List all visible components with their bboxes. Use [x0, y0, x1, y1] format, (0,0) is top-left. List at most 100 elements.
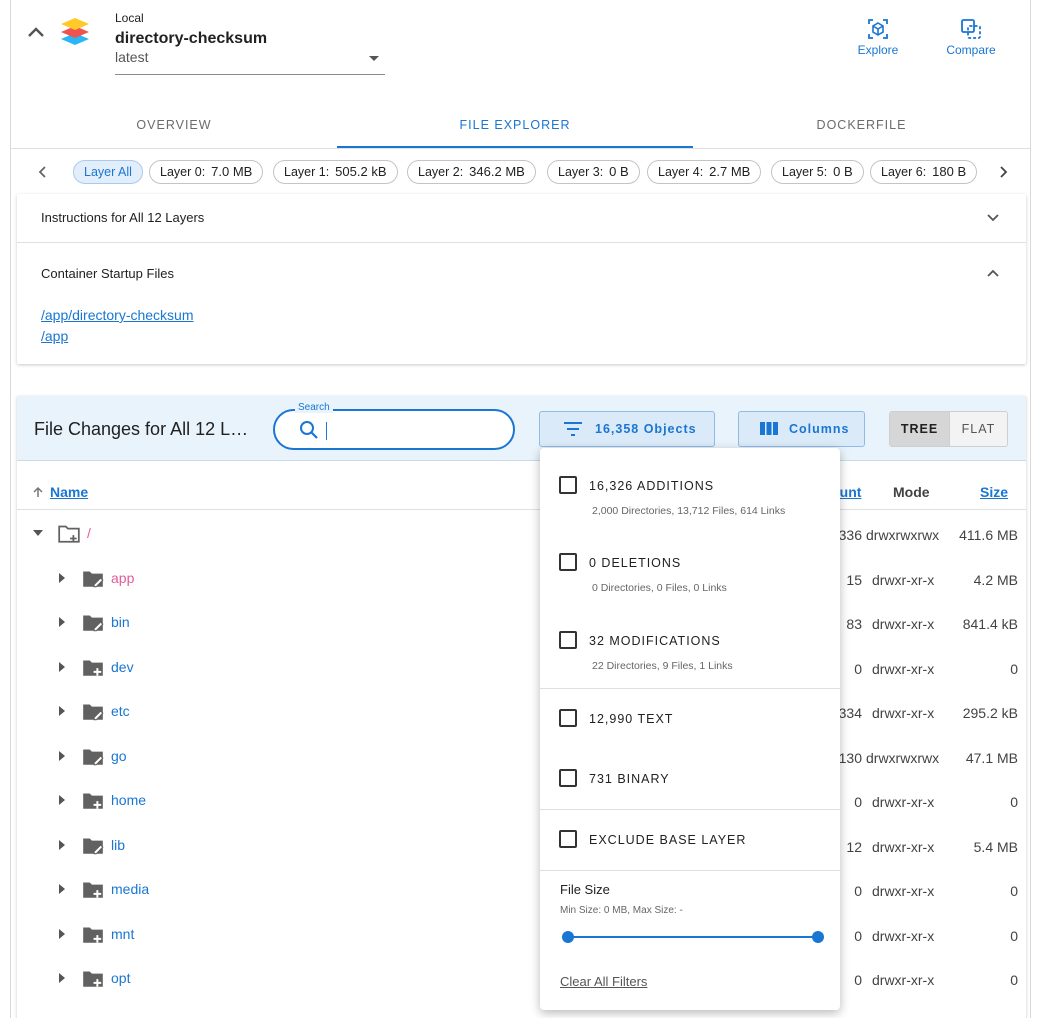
additions-checkbox[interactable] — [559, 476, 577, 494]
file-name[interactable]: go — [111, 748, 127, 764]
tab-overview[interactable]: OVERVIEW — [11, 104, 337, 148]
startup-file-link[interactable]: /app/directory-checksum — [41, 307, 194, 323]
image-name: directory-checksum — [115, 30, 268, 47]
table-header: Name Count Mode Size — [17, 462, 1026, 510]
table-row[interactable]: lib 12 drwxr-xr-x 5.4 MB — [17, 825, 1026, 869]
table-row[interactable]: bin 83 drwxr-xr-x 841.4 kB — [17, 602, 1026, 646]
file-mode: drwxr-xr-x — [872, 883, 935, 899]
deletions-label: 0 DELETIONS — [589, 556, 682, 570]
expand-right-icon[interactable] — [59, 973, 65, 983]
startup-file-link[interactable]: /app — [41, 328, 68, 344]
tab-file-explorer[interactable]: FILE EXPLORER — [337, 104, 693, 148]
column-header-name[interactable]: Name — [50, 484, 88, 500]
file-name[interactable]: / — [87, 525, 91, 541]
deletions-checkbox[interactable] — [559, 553, 577, 571]
table-row[interactable]: mnt 0 drwxr-xr-x 0 — [17, 914, 1026, 958]
expand-right-icon[interactable] — [59, 750, 65, 761]
binary-checkbox[interactable] — [559, 769, 577, 787]
compare-label: Compare — [946, 43, 996, 57]
clear-all-filters-link[interactable]: Clear All Filters — [560, 974, 647, 989]
folder-modified-icon — [83, 615, 104, 632]
expand-right-icon[interactable] — [59, 572, 65, 583]
instructions-accordion[interactable]: Instructions for All 12 Layers — [17, 194, 1026, 242]
startup-files-title: Container Startup Files — [41, 266, 174, 281]
expand-right-icon[interactable] — [59, 661, 65, 672]
modifications-checkbox[interactable] — [559, 631, 577, 649]
chip-layer-0[interactable]: Layer 0: 7.0 MB — [149, 160, 264, 184]
expand-right-icon[interactable] — [59, 928, 65, 939]
table-row[interactable]: opt 0 drwxr-xr-x 0 — [17, 958, 1026, 1002]
expand-right-icon[interactable] — [59, 884, 65, 894]
chip-scroll-right-icon[interactable] — [993, 162, 1013, 182]
file-name[interactable]: opt — [111, 970, 130, 986]
file-name[interactable]: mnt — [111, 926, 134, 942]
objects-filter-button[interactable]: 16,358 Objects — [539, 411, 715, 447]
view-tabs: OVERVIEW FILE EXPLORER DOCKERFILE — [11, 104, 1030, 149]
file-name[interactable]: bin — [111, 614, 130, 630]
file-changes-toolbar: File Changes for All 12 Layers Search 16… — [17, 396, 1026, 461]
folder-added-icon — [58, 525, 80, 543]
tree-view-button[interactable]: TREE — [890, 412, 949, 446]
file-name[interactable]: media — [111, 881, 149, 897]
expand-right-icon[interactable] — [59, 617, 65, 627]
chip-layer-4[interactable]: Layer 4: 2.7 MB — [647, 160, 762, 184]
chip-size: 505.2 kB — [335, 164, 387, 179]
compare-icon — [961, 19, 981, 39]
chip-layer-5[interactable]: Layer 5: 0 B — [771, 160, 864, 184]
file-name[interactable]: lib — [111, 837, 125, 853]
file-size-min-thumb[interactable] — [562, 931, 574, 943]
chip-layer-6[interactable]: Layer 6: 180 B — [870, 160, 978, 184]
flat-view-button[interactable]: FLAT — [949, 412, 1007, 446]
tab-dockerfile[interactable]: DOCKERFILE — [693, 104, 1030, 148]
tag-select[interactable]: latest — [115, 48, 385, 75]
file-size: 0 — [1010, 660, 1018, 677]
file-size: 0 — [1010, 883, 1018, 899]
expand-right-icon[interactable] — [59, 706, 65, 716]
chip-label: Layer 1: — [284, 165, 330, 179]
chip-scroll-left-icon[interactable] — [33, 162, 53, 182]
chip-layer-3[interactable]: Layer 3: 0 B — [547, 160, 640, 184]
text-checkbox[interactable] — [559, 709, 577, 727]
explore-label: Explore — [857, 43, 899, 57]
chip-layer-1[interactable]: Layer 1: 505.2 kB — [273, 160, 398, 184]
objects-filter-menu: 16,326 ADDITIONS 2,000 Directories, 13,7… — [540, 448, 840, 1010]
folder-added-icon — [83, 659, 103, 676]
column-header-mode[interactable]: Mode — [893, 484, 930, 500]
table-row[interactable]: app 15 drwxr-xr-x 4.2 MB — [17, 558, 1026, 602]
startup-files-accordion[interactable]: Container Startup Files — [17, 250, 1026, 298]
search-input[interactable] — [325, 417, 495, 443]
columns-button[interactable]: Columns — [738, 411, 865, 447]
file-name[interactable]: home — [111, 792, 146, 808]
expand-right-icon[interactable] — [59, 795, 65, 805]
file-mode: drwxr-xr-x — [872, 838, 935, 855]
explore-button[interactable]: Explore — [843, 18, 913, 57]
chip-layer-2[interactable]: Layer 2: 346.2 MB — [407, 160, 536, 184]
chevron-down-icon — [987, 214, 999, 222]
file-size-slider-track[interactable] — [568, 936, 818, 938]
divider — [540, 688, 840, 689]
table-row[interactable]: go 2,130 drwxrwxrwx 47.1 MB — [17, 736, 1026, 780]
file-size: 295.2 kB — [962, 705, 1018, 721]
table-row[interactable]: dev 0 drwxr-xr-x 0 — [17, 647, 1026, 691]
file-size: 4.2 MB — [973, 571, 1018, 588]
expand-down-icon[interactable] — [33, 530, 43, 536]
column-header-size[interactable]: Size — [980, 484, 1008, 500]
exclude-base-checkbox[interactable] — [559, 830, 577, 848]
expand-right-icon[interactable] — [59, 839, 65, 850]
table-row[interactable]: etc 334 drwxr-xr-x 295.2 kB — [17, 691, 1026, 735]
table-row[interactable]: media 0 drwxr-xr-x 0 — [17, 869, 1026, 913]
file-name[interactable]: etc — [111, 703, 130, 719]
chip-label: Layer 0: — [160, 165, 206, 179]
file-name[interactable]: app — [111, 570, 134, 586]
compare-button[interactable]: Compare — [936, 18, 1006, 57]
table-row[interactable]: home 0 drwxr-xr-x 0 — [17, 780, 1026, 824]
table-row[interactable]: /16,336 drwxrwxrwx 411.6 MB — [17, 513, 1026, 557]
file-size: 0 — [1010, 972, 1018, 988]
search-field[interactable]: Search — [273, 402, 515, 450]
chip-layer-all[interactable]: Layer All — [73, 160, 143, 184]
collapse-chevron-icon[interactable] — [25, 22, 47, 44]
file-size-range: Min Size: 0 MB, Max Size: - — [560, 905, 683, 916]
chip-label: Layer 5: — [782, 165, 828, 179]
file-name[interactable]: dev — [111, 659, 134, 675]
file-size-max-thumb[interactable] — [812, 931, 824, 943]
